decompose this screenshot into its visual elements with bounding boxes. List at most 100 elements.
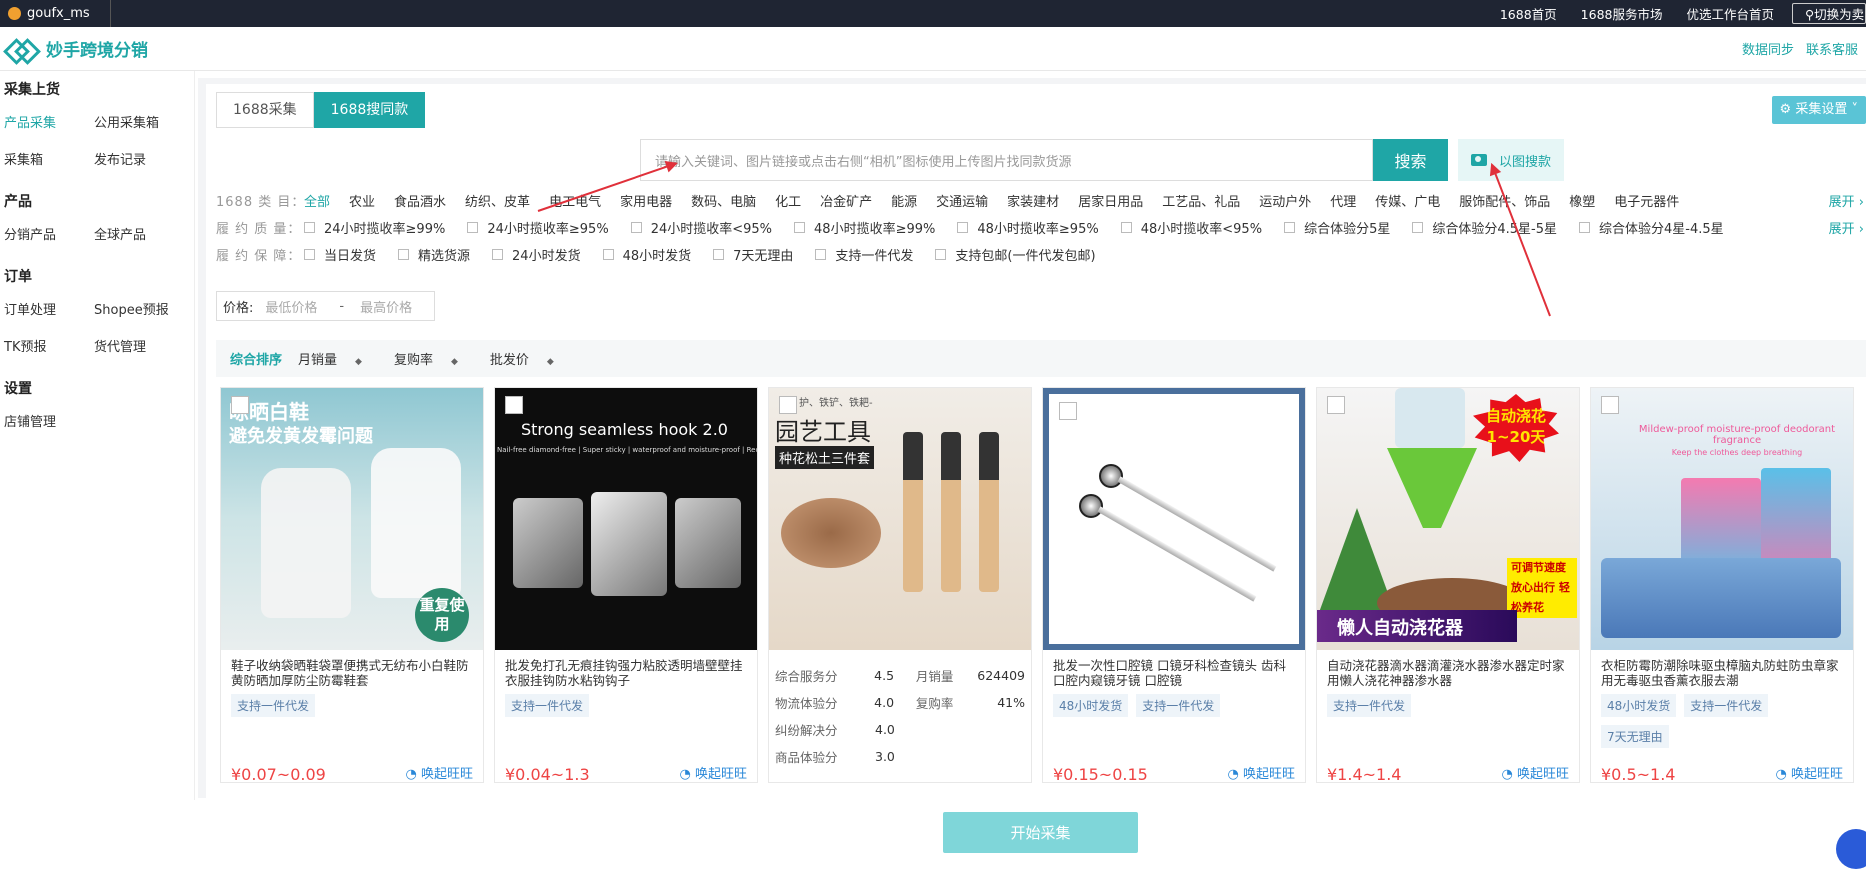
product-name[interactable]: 鞋子收纳袋晒鞋袋罩便携式无纺布小白鞋防黄防晒加厚防尘防霉鞋套	[221, 650, 483, 688]
category-option[interactable]: 数码、电脑	[691, 191, 756, 210]
category-option[interactable]: 电子元器件	[1614, 191, 1679, 210]
category-option[interactable]: 橡塑	[1569, 191, 1595, 210]
sort-wholesale-price[interactable]: 批发价 ◆	[490, 349, 570, 368]
product-tag: 支持一件代发	[1136, 694, 1221, 717]
guarantee-checkbox[interactable]: 24小时发货	[492, 245, 581, 264]
category-expand-button[interactable]: 展开 ›	[1829, 191, 1864, 210]
sidebar-item-shopee-forecast[interactable]: Shopee预报	[94, 299, 169, 318]
sidebar-item-tk-forecast[interactable]: TK预报	[0, 336, 94, 355]
quality-checkbox[interactable]: 48小时揽收率≥95%	[957, 218, 1099, 237]
category-option[interactable]: 传媒、广电	[1375, 191, 1440, 210]
sort-monthly-sales[interactable]: 月销量 ◆	[298, 349, 378, 368]
product-select-checkbox[interactable]	[1327, 396, 1345, 414]
app-header: 妙手跨境分销 数据同步 联系客服	[0, 27, 1866, 71]
product-select-checkbox[interactable]	[1059, 402, 1077, 420]
quality-checkbox[interactable]: 24小时揽收率≥95%	[467, 218, 609, 237]
product-card[interactable]: 批发一次性口腔镜 口镜牙科检查镜头 齿科口腔内窥镜牙镜 口腔镜 48小时发货 支持…	[1042, 387, 1306, 783]
product-name[interactable]: 批发一次性口腔镜 口镜牙科检查镜头 齿科口腔内窥镜牙镜 口腔镜	[1043, 650, 1305, 688]
quality-checkbox[interactable]: 48小时揽收率<95%	[1120, 218, 1262, 237]
sidebar-item-collect-box[interactable]: 采集箱	[0, 149, 94, 168]
category-option[interactable]: 化工	[775, 191, 801, 210]
tab-1688-collect[interactable]: 1688采集	[216, 92, 314, 128]
sidebar-item-store-management[interactable]: 店铺管理	[0, 411, 94, 430]
product-select-checkbox[interactable]	[505, 396, 523, 414]
product-select-checkbox[interactable]	[779, 396, 797, 414]
category-option[interactable]: 全部	[304, 191, 330, 210]
start-collect-button[interactable]: 开始采集	[943, 812, 1138, 853]
image-search-button[interactable]: 以图搜款	[1458, 139, 1564, 181]
sidebar-item-public-box[interactable]: 公用采集箱	[94, 112, 159, 131]
sidebar-item-global-products[interactable]: 全球产品	[94, 224, 146, 243]
switch-to-seller-button[interactable]: ⚲切换为卖家	[1792, 3, 1866, 24]
product-select-checkbox[interactable]	[1601, 396, 1619, 414]
max-price-input[interactable]: 最高价格	[360, 297, 412, 316]
quality-checkbox[interactable]: 综合体验分5星	[1284, 218, 1390, 237]
link-1688-service-market[interactable]: 1688服务市场	[1569, 4, 1675, 23]
link-workbench-home[interactable]: 优选工作台首页	[1674, 4, 1786, 23]
checkbox-icon	[304, 249, 315, 260]
category-option[interactable]: 农业	[349, 191, 375, 210]
quality-checkbox[interactable]: 综合体验分4.5星-5星	[1412, 218, 1557, 237]
sidebar-item-distribution-products[interactable]: 分销产品	[0, 224, 94, 243]
quality-expand-button[interactable]: 展开 ›	[1829, 218, 1864, 237]
product-name[interactable]: 批发免打孔无痕挂钩强力粘胶透明墙壁壁挂衣服挂钩防水粘钩钩子	[495, 650, 757, 688]
quality-checkbox[interactable]: 48小时揽收率≥99%	[794, 218, 935, 237]
product-select-checkbox[interactable]	[231, 396, 249, 414]
sidebar-item-forwarder[interactable]: 货代管理	[94, 336, 146, 355]
product-card[interactable]: Strong seamless hook 2.0 Nail-free diamo…	[494, 387, 758, 783]
category-option[interactable]: 家装建材	[1007, 191, 1059, 210]
wangwang-link[interactable]: ◔ 唤起旺旺	[680, 763, 748, 782]
sort-repurchase-rate[interactable]: 复购率 ◆	[394, 349, 474, 368]
floating-help-icon[interactable]	[1836, 829, 1866, 869]
search-input[interactable]: 请输入关键词、图片链接或点击右侧“相机”图标使用上传图片找同款货源	[640, 139, 1373, 181]
sidebar-item-publish-records[interactable]: 发布记录	[94, 149, 146, 168]
guarantee-checkbox[interactable]: 支持一件代发	[815, 245, 913, 264]
collect-settings-button[interactable]: ⚙ 采集设置 ˅	[1771, 96, 1866, 124]
sort-comprehensive[interactable]: 综合排序	[230, 349, 282, 368]
guarantee-checkbox[interactable]: 7天无理由	[713, 245, 793, 264]
checkbox-icon	[935, 249, 947, 260]
sidebar-item-order-processing[interactable]: 订单处理	[0, 299, 94, 318]
checkbox-icon	[304, 222, 315, 233]
category-option[interactable]: 纺织、皮革	[465, 191, 530, 210]
product-card[interactable]: Mildew-proof moisture-proof deodorant fr…	[1590, 387, 1854, 783]
user-account[interactable]: goufx_ms	[0, 0, 111, 27]
wangwang-link[interactable]: ◔ 唤起旺旺	[1228, 763, 1296, 782]
product-card[interactable]: 自动浇花 1~20天 可调节速度 放心出行 轻松养花 懒人自动浇花器 自动浇花器…	[1316, 387, 1580, 783]
quality-checkbox[interactable]: 24小时揽收率<95%	[630, 218, 772, 237]
tab-1688-same-search[interactable]: 1688搜同款	[313, 92, 426, 128]
product-image-badge: 重复使用	[415, 588, 469, 642]
category-option[interactable]: 居家日用品	[1078, 191, 1143, 210]
guarantee-checkbox[interactable]: 当日发货	[304, 245, 376, 264]
category-option[interactable]: 代理	[1330, 191, 1356, 210]
category-option[interactable]: 能源	[891, 191, 917, 210]
product-name[interactable]: 衣柜防霉防潮除味驱虫樟脑丸防蛀防虫章家用无毒驱虫香薰衣服去潮	[1591, 650, 1853, 688]
category-option[interactable]: 家用电器	[620, 191, 672, 210]
category-option[interactable]: 工艺品、礼品	[1162, 191, 1240, 210]
min-price-input[interactable]: 最低价格	[265, 297, 317, 316]
product-card[interactable]: 晾晒白鞋 避免发黄发霉问题 重复使用 鞋子收纳袋晒鞋袋罩便携式无纺布小白鞋防黄防…	[220, 387, 484, 783]
quality-checkbox[interactable]: 24小时揽收率≥99%	[304, 218, 445, 237]
sidebar-item-product-collect[interactable]: 产品采集	[0, 112, 94, 131]
wangwang-link[interactable]: ◔ 唤起旺旺	[1776, 763, 1844, 782]
category-option[interactable]: 食品酒水	[394, 191, 446, 210]
contact-support-link[interactable]: 联系客服	[1806, 39, 1858, 58]
stat-value: 4.0	[874, 695, 895, 710]
search-button[interactable]: 搜索	[1373, 139, 1448, 181]
stat-label: 综合服务分	[775, 669, 838, 684]
guarantee-checkbox[interactable]: 精选货源	[398, 245, 470, 264]
data-sync-link[interactable]: 数据同步	[1742, 39, 1794, 58]
quality-checkbox[interactable]: 综合体验分4星-4.5星	[1578, 218, 1724, 237]
product-card[interactable]: 护、铁铲、铁耙- 园艺工具 种花松土三件套 综合服务分 4.5 月销量 624409 …	[768, 387, 1032, 783]
product-name[interactable]: 自动浇花器滴水器滴灌浇水器渗水器定时家用懒人浇花神器渗水器	[1317, 650, 1579, 688]
product-image: 晾晒白鞋 避免发黄发霉问题 重复使用	[221, 388, 483, 650]
category-option[interactable]: 交通运输	[936, 191, 988, 210]
guarantee-checkbox[interactable]: 48小时发货	[602, 245, 691, 264]
guarantee-checkbox[interactable]: 支持包邮(一件代发包邮)	[935, 245, 1096, 264]
wangwang-link[interactable]: ◔ 唤起旺旺	[1502, 763, 1570, 782]
category-option[interactable]: 运动户外	[1259, 191, 1311, 210]
category-option[interactable]: 冶金矿产	[820, 191, 872, 210]
category-option[interactable]: 电工电气	[549, 191, 601, 210]
link-1688-home[interactable]: 1688首页	[1488, 4, 1569, 23]
wangwang-link[interactable]: ◔ 唤起旺旺	[406, 763, 474, 782]
